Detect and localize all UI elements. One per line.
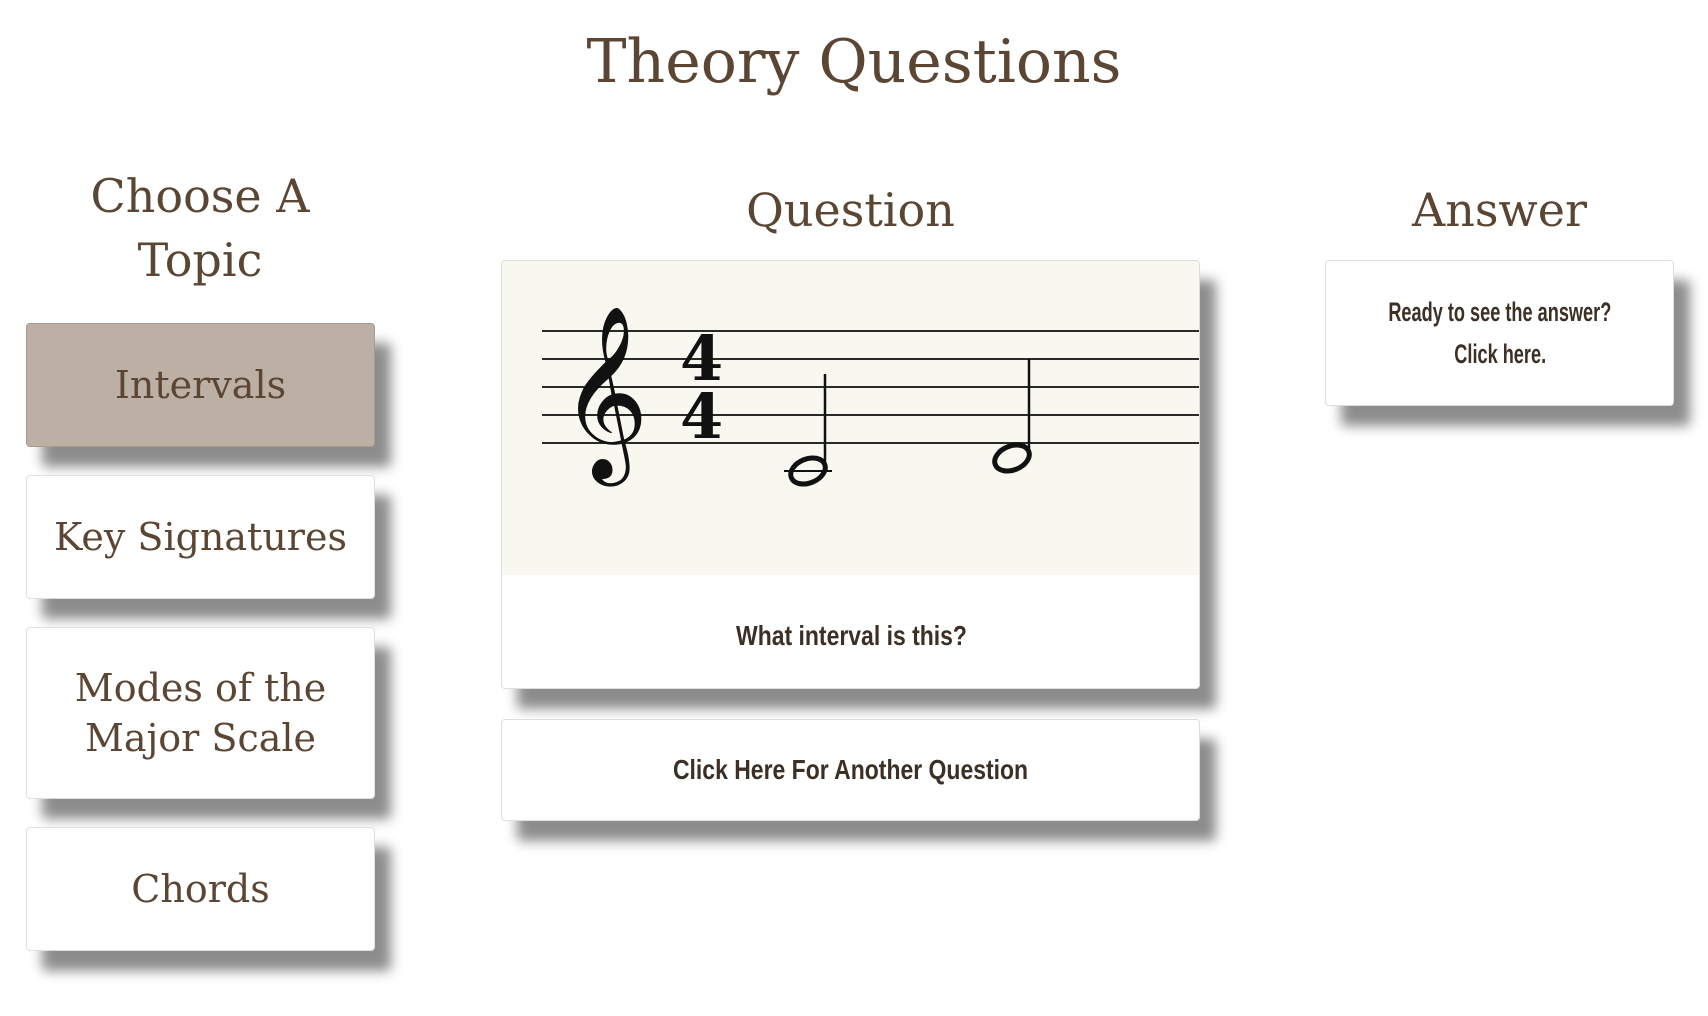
question-prompt: What interval is this? [736,620,967,651]
question-heading: Question [746,183,955,237]
topic-label: Modes of the Major Scale [74,666,327,760]
topic-chords-button[interactable]: Chords [26,827,375,951]
another-question-button[interactable]: Click Here For Another Question [501,719,1200,821]
answer-heading: Answer [1411,183,1588,237]
reveal-answer-line2: Click here. [1453,339,1546,369]
reveal-answer-line1: Ready to see the answer? [1388,297,1611,327]
reveal-answer-label: Ready to see the answer? Click here. [1364,291,1636,375]
topic-label: Key Signatures [54,515,347,559]
topics-heading: Choose A Topic [90,169,310,287]
topic-label: Intervals [114,363,287,407]
topic-intervals-button[interactable]: Intervals [26,323,375,447]
topic-label: Chords [131,867,270,911]
treble-clef-icon: 𝄞 [560,305,649,487]
half-note [992,359,1032,474]
page-title: Theory Questions [586,27,1122,97]
another-question-label: Click Here For Another Question [672,754,1029,785]
staff-image: 𝄞 4 4 [502,261,1199,575]
topic-key-signatures-button[interactable]: Key Signatures [26,475,375,599]
time-signature-bottom: 4 [680,380,723,453]
music-staff: 𝄞 4 4 [542,305,1199,487]
half-note [784,374,832,487]
question-card: 𝄞 4 4 What interval is this? [501,260,1200,689]
reveal-answer-button[interactable]: Ready to see the answer? Click here. [1325,260,1674,406]
topic-modes-button[interactable]: Modes of the Major Scale [26,627,375,799]
